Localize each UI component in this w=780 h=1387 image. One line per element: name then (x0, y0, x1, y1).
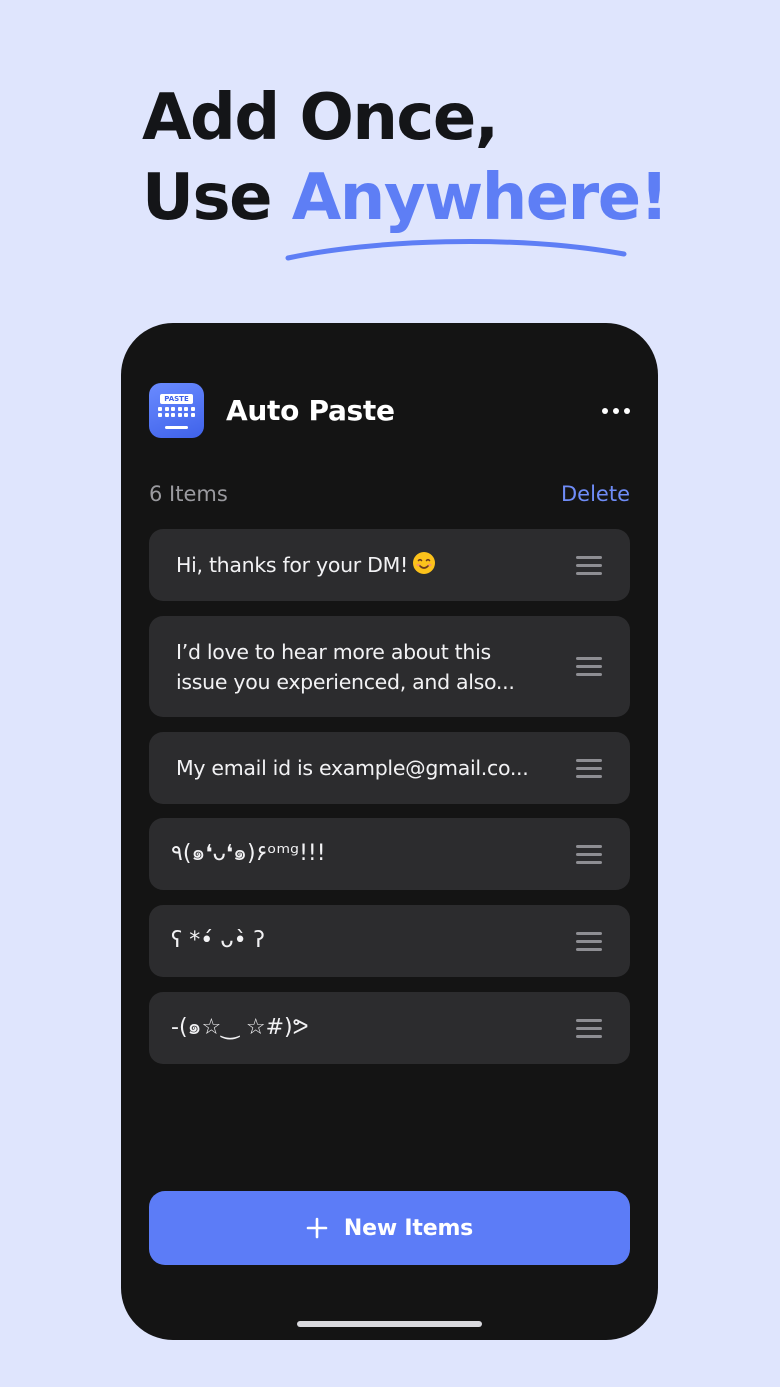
app-header: PASTE Auto Paste (149, 383, 630, 438)
headline: Add Once, Use Anywhere! (142, 78, 702, 238)
list-item-text: ٩(๑❛ᴗ❛๑)۶ᵒᵐᵍ!!! (171, 841, 326, 866)
drag-handle-icon[interactable] (576, 844, 602, 864)
list-item[interactable]: ٩(๑❛ᴗ❛๑)۶ᵒᵐᵍ!!! (149, 818, 630, 890)
list-item-text: My email id is example@gmail.co... (176, 756, 529, 780)
list-item[interactable]: ʕ *•́ ᴗ•̀ ʔ (149, 905, 630, 977)
headline-accent: Anywhere! (291, 161, 669, 235)
phone-frame: PASTE Auto Paste 6 Items Delete Hi, than… (121, 323, 658, 1340)
list-item[interactable]: -(๑☆‿ ☆#)ᕗ (149, 992, 630, 1064)
underline-swoosh-icon (285, 239, 627, 261)
plus-icon (306, 1217, 328, 1239)
drag-handle-icon[interactable] (576, 657, 602, 676)
new-items-button[interactable]: New Items (149, 1191, 630, 1265)
drag-handle-icon[interactable] (576, 1018, 602, 1038)
keyboard-spacebar (165, 426, 188, 429)
list-item[interactable]: I’d love to hear more about this issue y… (149, 616, 630, 717)
home-indicator[interactable] (297, 1321, 482, 1327)
smile-emoji-icon (412, 552, 435, 574)
drag-handle-icon[interactable] (576, 758, 602, 778)
list-item-text: ʕ *•́ ᴗ•̀ ʔ (171, 928, 265, 953)
drag-handle-icon[interactable] (576, 931, 602, 951)
app-title: Auto Paste (226, 394, 395, 427)
list-item-label: Hi, thanks for your DM! (176, 553, 408, 577)
keyboard-keys (158, 407, 195, 418)
list-item-text: I’d love to hear more about this issue y… (176, 639, 515, 694)
paste-keyboard-app-icon: PASTE (149, 383, 204, 438)
app-icon-tag: PASTE (160, 394, 193, 404)
headline-line-2: Use Anywhere! (142, 158, 702, 238)
list-item-text: Hi, thanks for your DM! (176, 550, 562, 580)
delete-button[interactable]: Delete (561, 482, 630, 506)
list-item[interactable]: My email id is example@gmail.co... (149, 732, 630, 804)
drag-handle-icon[interactable] (576, 555, 602, 575)
list-item-text: -(๑☆‿ ☆#)ᕗ (171, 1015, 309, 1040)
list-header: 6 Items Delete (149, 479, 630, 509)
headline-line-1: Add Once, (142, 81, 499, 155)
headline-plain: Use (142, 161, 292, 235)
list-item[interactable]: Hi, thanks for your DM! (149, 529, 630, 601)
item-count: 6 Items (149, 482, 228, 506)
more-dots-icon[interactable] (602, 402, 630, 420)
new-items-label: New Items (343, 1215, 474, 1241)
